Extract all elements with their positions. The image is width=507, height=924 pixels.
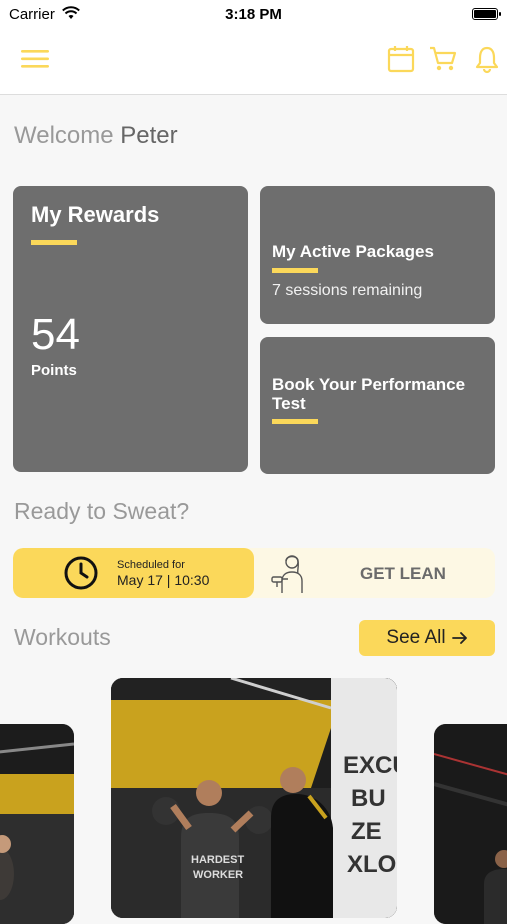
rewards-points-label: Points [31,362,77,379]
scheduled-time-block: Scheduled for May 17 | 10:30 [13,548,254,598]
rewards-title: My Rewards [31,202,160,227]
workout-image [0,724,74,924]
workout-image [434,724,507,924]
bell-icon[interactable] [472,44,502,74]
top-navbar [0,30,507,95]
battery-icon [472,8,501,20]
sessions-remaining: 7 sessions remaining [272,282,423,299]
cart-icon[interactable] [428,44,458,74]
status-time: 3:18 PM [225,6,282,23]
welcome-user-name: Peter [120,122,178,149]
rewards-card[interactable]: My Rewards 54 Points [13,186,248,472]
welcome-greeting: Welcome [14,122,114,149]
workouts-heading: Workouts [14,624,111,650]
active-packages-card[interactable]: My Active Packages 7 sessions remaining [260,186,495,324]
svg-text:EXCU: EXCU [343,752,397,779]
workout-image: EXCU BU ZE XLO HARDEST WORKER [111,678,397,918]
rewards-points-value: 54 [31,310,80,359]
arrow-right-icon [451,632,467,644]
performance-test-card[interactable]: Book Your Performance Test [260,337,495,474]
menu-icon[interactable] [20,44,50,74]
program-name: GET LEAN [360,564,446,583]
clock-icon [64,556,98,590]
welcome-heading: Welcome Peter [14,122,178,150]
svg-text:BU: BU [351,785,386,812]
calendar-icon[interactable] [386,44,416,74]
accent-underline [272,268,318,273]
packages-title: My Active Packages [272,242,434,261]
scheduled-label: Scheduled for [117,559,185,571]
performance-test-title: Book Your Performance Test [272,375,466,413]
status-bar: Carrier 3:18 PM [0,0,507,30]
see-all-button[interactable]: See All [359,620,495,656]
workout-card-next[interactable] [434,724,507,924]
svg-text:HARDEST: HARDEST [191,854,244,866]
scheduled-date: May 17 | 10:30 [117,572,210,588]
scheduled-session[interactable]: Scheduled for May 17 | 10:30 GET LEAN [13,548,495,598]
svg-text:ZE: ZE [351,818,382,845]
svg-text:XLO: XLO [347,851,396,878]
svg-text:WORKER: WORKER [193,869,243,881]
workout-card-featured[interactable]: EXCU BU ZE XLO HARDEST WORKER [111,678,397,918]
accent-underline [31,240,77,245]
see-all-label: See All [386,627,446,648]
ready-to-sweat-heading: Ready to Sweat? [14,498,190,524]
trainer-icon [271,555,303,593]
accent-underline [272,419,318,424]
workout-card-previous[interactable] [0,724,74,924]
